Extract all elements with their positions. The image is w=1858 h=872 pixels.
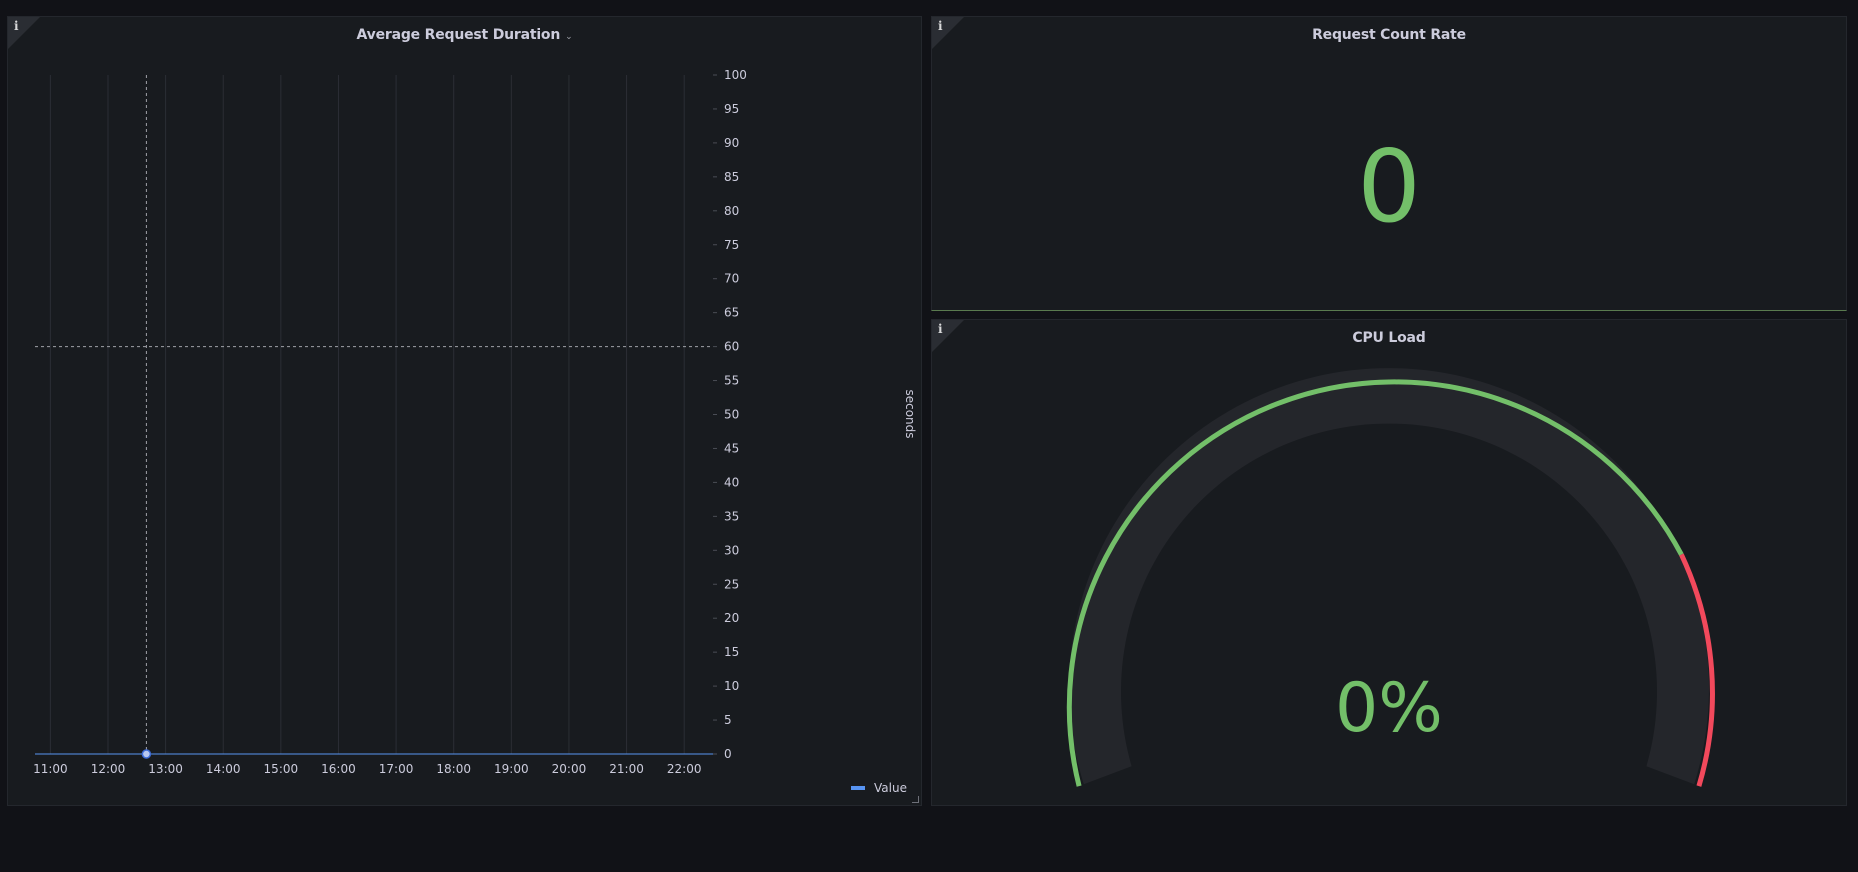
y-tick-label: 70 xyxy=(724,272,739,286)
y-tick-label: 95 xyxy=(724,102,739,116)
x-tick-label: 18:00 xyxy=(436,762,471,776)
y-tick-label: 60 xyxy=(724,340,739,354)
hover-point xyxy=(141,749,152,759)
stat-value: 0 xyxy=(1357,128,1421,245)
x-tick-label: 22:00 xyxy=(667,762,702,776)
legend-label: Value xyxy=(874,781,907,795)
y-tick-label: 40 xyxy=(724,475,739,489)
y-tick-label: 10 xyxy=(724,679,739,693)
x-tick-label: 16:00 xyxy=(321,762,356,776)
y-tick-label: 25 xyxy=(724,577,739,591)
y-tick-label: 75 xyxy=(724,238,739,252)
x-tick-label: 12:00 xyxy=(91,762,126,776)
y-tick-label: 20 xyxy=(724,611,739,625)
y-tick-label: 50 xyxy=(724,408,739,422)
x-tick-label: 17:00 xyxy=(379,762,414,776)
y-tick-label: 65 xyxy=(724,306,739,320)
x-tick-label: 11:00 xyxy=(33,762,68,776)
y-tick-label: 15 xyxy=(724,645,739,659)
y-tick-label: 30 xyxy=(724,543,739,557)
panel-cpu-load[interactable]: i CPU Load 0% xyxy=(931,319,1847,806)
panel-title[interactable]: Request Count Rate xyxy=(932,27,1846,43)
y-axis-label: seconds xyxy=(903,389,917,438)
y-tick-label: 35 xyxy=(724,509,739,523)
gauge-value: 0% xyxy=(1335,669,1443,748)
y-tick-label: 100 xyxy=(724,68,747,82)
y-tick-label: 85 xyxy=(724,170,739,184)
x-tick-label: 21:00 xyxy=(609,762,644,776)
y-tick-label: 80 xyxy=(724,204,739,218)
y-tick-label: 45 xyxy=(724,441,739,455)
panel-average-request-duration[interactable]: i Average Request Duration ⌄ 11:00 12:00 13… xyxy=(7,16,922,806)
y-tick-label: 5 xyxy=(724,713,732,727)
y-tick-label: 90 xyxy=(724,136,739,150)
x-tick-label: 13:00 xyxy=(148,762,183,776)
y-tick-label: 55 xyxy=(724,374,739,388)
resize-handle[interactable] xyxy=(912,796,919,803)
panel-request-count-rate[interactable]: i Request Count Rate 0 xyxy=(931,16,1847,311)
x-tick-label: 20:00 xyxy=(552,762,587,776)
y-tick-label: 0 xyxy=(724,747,732,761)
x-tick-label: 19:00 xyxy=(494,762,529,776)
x-tick-label: 14:00 xyxy=(206,762,241,776)
time-series-chart[interactable]: 11:00 12:00 13:00 14:00 15:00 16:00 17:00 18:00… xyxy=(8,17,921,805)
x-tick-label: 15:00 xyxy=(264,762,299,776)
